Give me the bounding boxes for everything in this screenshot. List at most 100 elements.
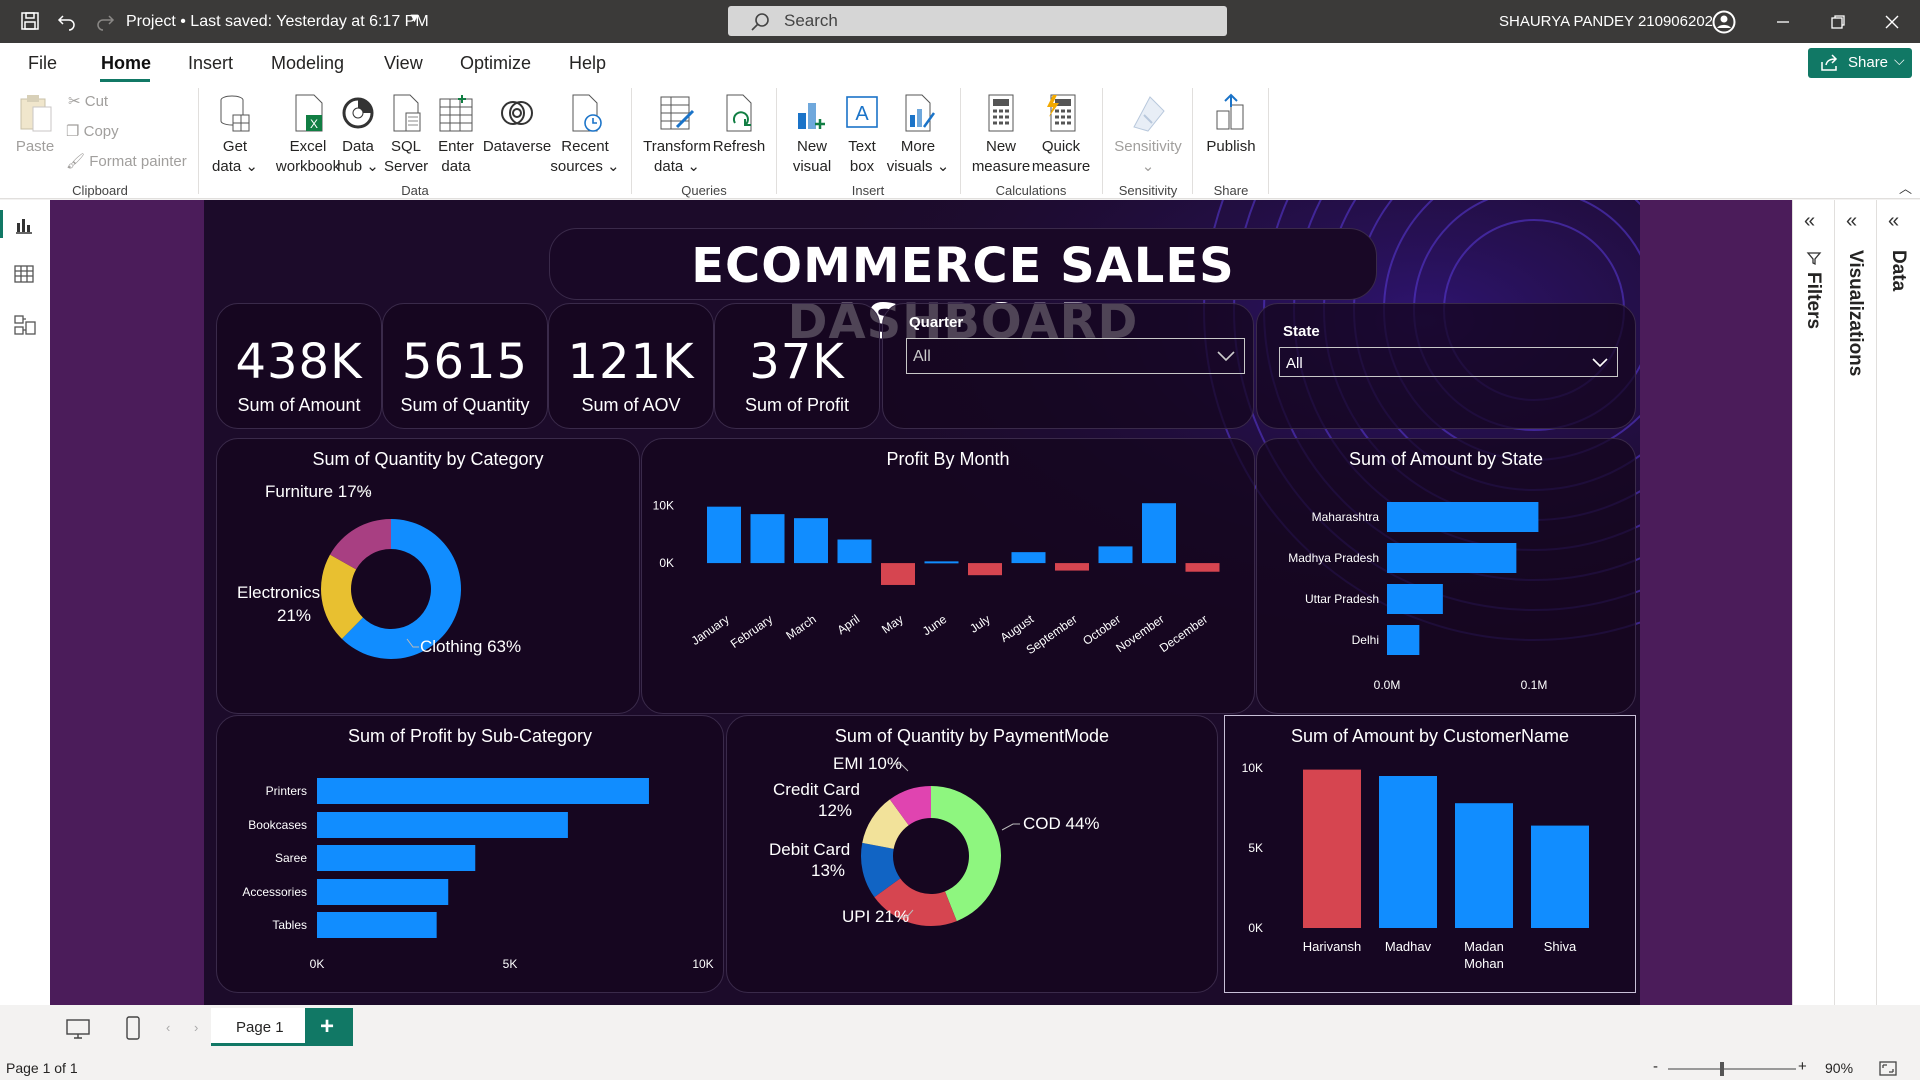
chevron-down-icon bbox=[1217, 351, 1235, 362]
state-value: All bbox=[1286, 355, 1303, 372]
copy-button[interactable]: ❐ Copy bbox=[66, 122, 119, 140]
prev-page-icon[interactable]: ‹ bbox=[166, 1020, 170, 1035]
y-tick-label: 0K bbox=[659, 556, 674, 570]
desktop-layout-icon[interactable] bbox=[66, 1019, 90, 1039]
amount-by-state-card[interactable]: Sum of Amount by State Maharashtra Madhya… bbox=[1256, 438, 1636, 714]
dashboard-title-card: ECOMMERCE SALES DASHBOARD bbox=[549, 228, 1377, 350]
expand-icon[interactable]: « bbox=[1804, 210, 1815, 233]
sql-label-2: Server bbox=[384, 158, 429, 175]
kpi-card-aov[interactable]: 121K Sum of AOV bbox=[548, 303, 714, 429]
quarter-dropdown[interactable]: All bbox=[906, 338, 1245, 374]
account-icon[interactable] bbox=[1712, 10, 1736, 34]
kpi-card-profit[interactable]: 37K Sum of Profit bbox=[714, 303, 880, 429]
quick-measure-button[interactable]: Quick measure bbox=[1030, 93, 1092, 177]
copy-icon: ❐ bbox=[66, 123, 84, 140]
report-view-icon[interactable] bbox=[14, 215, 34, 235]
transform-data-button[interactable]: Transform data ⌄ bbox=[640, 93, 714, 177]
zoom-in-icon[interactable]: + bbox=[1798, 1058, 1807, 1075]
table-icon bbox=[439, 95, 473, 132]
fit-to-page-icon[interactable] bbox=[1879, 1061, 1897, 1076]
quarter-slicer: Quarter All bbox=[882, 303, 1254, 429]
data-hub-icon bbox=[342, 97, 374, 129]
format-painter-button[interactable]: 🖌 Format painter bbox=[66, 152, 187, 170]
minimize-icon[interactable] bbox=[1775, 14, 1791, 30]
subcategory-profit-chart: Printers Bookcases Saree Accessories Tables 0… bbox=[242, 778, 714, 971]
text-box-button[interactable]: A Text box bbox=[840, 93, 884, 177]
add-page-button[interactable]: + bbox=[305, 1008, 353, 1046]
state-dropdown[interactable]: All bbox=[1279, 347, 1618, 377]
filters-pane[interactable]: « Filters bbox=[1793, 200, 1835, 1005]
y-tick-label: Printers bbox=[266, 784, 307, 798]
x-tick-label: March bbox=[783, 612, 818, 643]
page-tab[interactable]: Page 1 bbox=[211, 1008, 305, 1046]
x-tick-label: February bbox=[728, 612, 775, 651]
sql-server-button[interactable]: SQL Server bbox=[384, 93, 428, 177]
visualizations-pane[interactable]: « Visualizations bbox=[1835, 200, 1877, 1005]
next-page-icon[interactable]: › bbox=[194, 1020, 198, 1035]
zoom-out-icon[interactable]: - bbox=[1653, 1058, 1658, 1075]
recent-label-1: Recent bbox=[561, 138, 609, 155]
menu-file[interactable]: File bbox=[28, 53, 57, 74]
publish-button[interactable]: Publish bbox=[1202, 93, 1260, 157]
excel-icon: X bbox=[295, 94, 323, 132]
more-visuals-button[interactable]: More visuals ⌄ bbox=[886, 93, 950, 177]
zoom-slider-thumb[interactable] bbox=[1720, 1062, 1724, 1076]
sensitivity-button[interactable]: Sensitivity ⌄ bbox=[1108, 93, 1188, 177]
kpi-card-quantity[interactable]: 5615 Sum of Quantity bbox=[382, 303, 548, 429]
subcategory-profit-card[interactable]: Sum of Profit by Sub-Category Printers Bo… bbox=[216, 715, 724, 993]
kpi-card-amount[interactable]: 438K Sum of Amount bbox=[216, 303, 382, 429]
sensitivity-group-label: Sensitivity bbox=[1118, 183, 1178, 198]
data-pane[interactable]: « Data bbox=[1877, 200, 1920, 1005]
bar-december bbox=[1185, 563, 1220, 572]
undo-icon[interactable] bbox=[57, 11, 77, 31]
data-hub-button[interactable]: Data hub ⌄ bbox=[334, 93, 382, 177]
dataverse-button[interactable]: Dataverse bbox=[482, 93, 552, 157]
quick-measure-label-1: Quick bbox=[1041, 138, 1081, 155]
payment-mode-card[interactable]: Sum of Quantity by PaymentMode COD 44% UP… bbox=[726, 715, 1218, 993]
bar-bookcases bbox=[317, 812, 568, 838]
table-view-icon[interactable] bbox=[14, 264, 34, 284]
paste-button[interactable]: Paste bbox=[14, 93, 56, 157]
customer-amount-card[interactable]: Sum of Amount by CustomerName 10K 5K 0K Har… bbox=[1224, 715, 1636, 993]
transform-data-icon bbox=[660, 96, 695, 130]
menu-help[interactable]: Help bbox=[569, 53, 606, 74]
refresh-button[interactable]: Refresh bbox=[712, 93, 766, 157]
category-donut-card[interactable]: Sum of Quantity by Category Furniture 17… bbox=[216, 438, 640, 714]
search-box[interactable]: Search bbox=[728, 6, 1227, 36]
expand-icon[interactable]: « bbox=[1846, 210, 1857, 233]
menu-modeling[interactable]: Modeling bbox=[271, 53, 344, 74]
menu-home[interactable]: Home bbox=[101, 53, 151, 74]
zoom-slider[interactable] bbox=[1668, 1068, 1796, 1070]
bar-april bbox=[837, 539, 872, 564]
model-view-icon[interactable] bbox=[14, 314, 36, 336]
chevron-down-icon[interactable]: ▼ bbox=[408, 10, 421, 25]
mobile-layout-icon[interactable] bbox=[126, 1016, 140, 1040]
restore-icon[interactable] bbox=[1830, 14, 1846, 30]
x-tick-label: November bbox=[1113, 612, 1166, 655]
enter-data-button[interactable]: Enter data bbox=[432, 93, 480, 177]
share-group-label: Share bbox=[1213, 183, 1249, 198]
redo-icon[interactable] bbox=[95, 11, 115, 31]
menu-optimize[interactable]: Optimize bbox=[460, 53, 531, 74]
collapse-ribbon-icon[interactable]: ︿ bbox=[1899, 178, 1912, 197]
queries-group-label: Queries bbox=[681, 183, 727, 198]
kpi-label: Sum of Amount bbox=[237, 395, 361, 415]
menu-insert[interactable]: Insert bbox=[188, 53, 233, 74]
new-measure-label-1: New bbox=[985, 138, 1016, 155]
excel-workbook-button[interactable]: X Excel workbook bbox=[274, 93, 342, 177]
cut-button[interactable]: ✂ Cut bbox=[68, 92, 108, 110]
menu-view[interactable]: View bbox=[384, 53, 423, 74]
share-button[interactable]: Share ⌵ bbox=[1808, 48, 1912, 78]
get-data-button[interactable]: Get data ⌄ bbox=[210, 93, 260, 177]
data-hub-label-1: Data bbox=[342, 138, 374, 155]
save-icon[interactable] bbox=[20, 11, 40, 31]
new-visual-button[interactable]: New visual bbox=[788, 93, 836, 177]
new-measure-button[interactable]: New measure bbox=[970, 93, 1032, 177]
recent-sources-button[interactable]: Recent sources ⌄ bbox=[550, 93, 620, 177]
profit-by-month-card[interactable]: Profit By Month 10K 0K January February Marc… bbox=[641, 438, 1255, 714]
title-bar: Project • Last saved: Yesterday at 6:17 … bbox=[0, 0, 1920, 43]
bar-madhya-pradesh bbox=[1387, 543, 1517, 573]
expand-icon[interactable]: « bbox=[1888, 210, 1899, 233]
project-title[interactable]: Project • Last saved: Yesterday at 6:17 … bbox=[126, 13, 429, 31]
close-icon[interactable] bbox=[1884, 14, 1900, 30]
